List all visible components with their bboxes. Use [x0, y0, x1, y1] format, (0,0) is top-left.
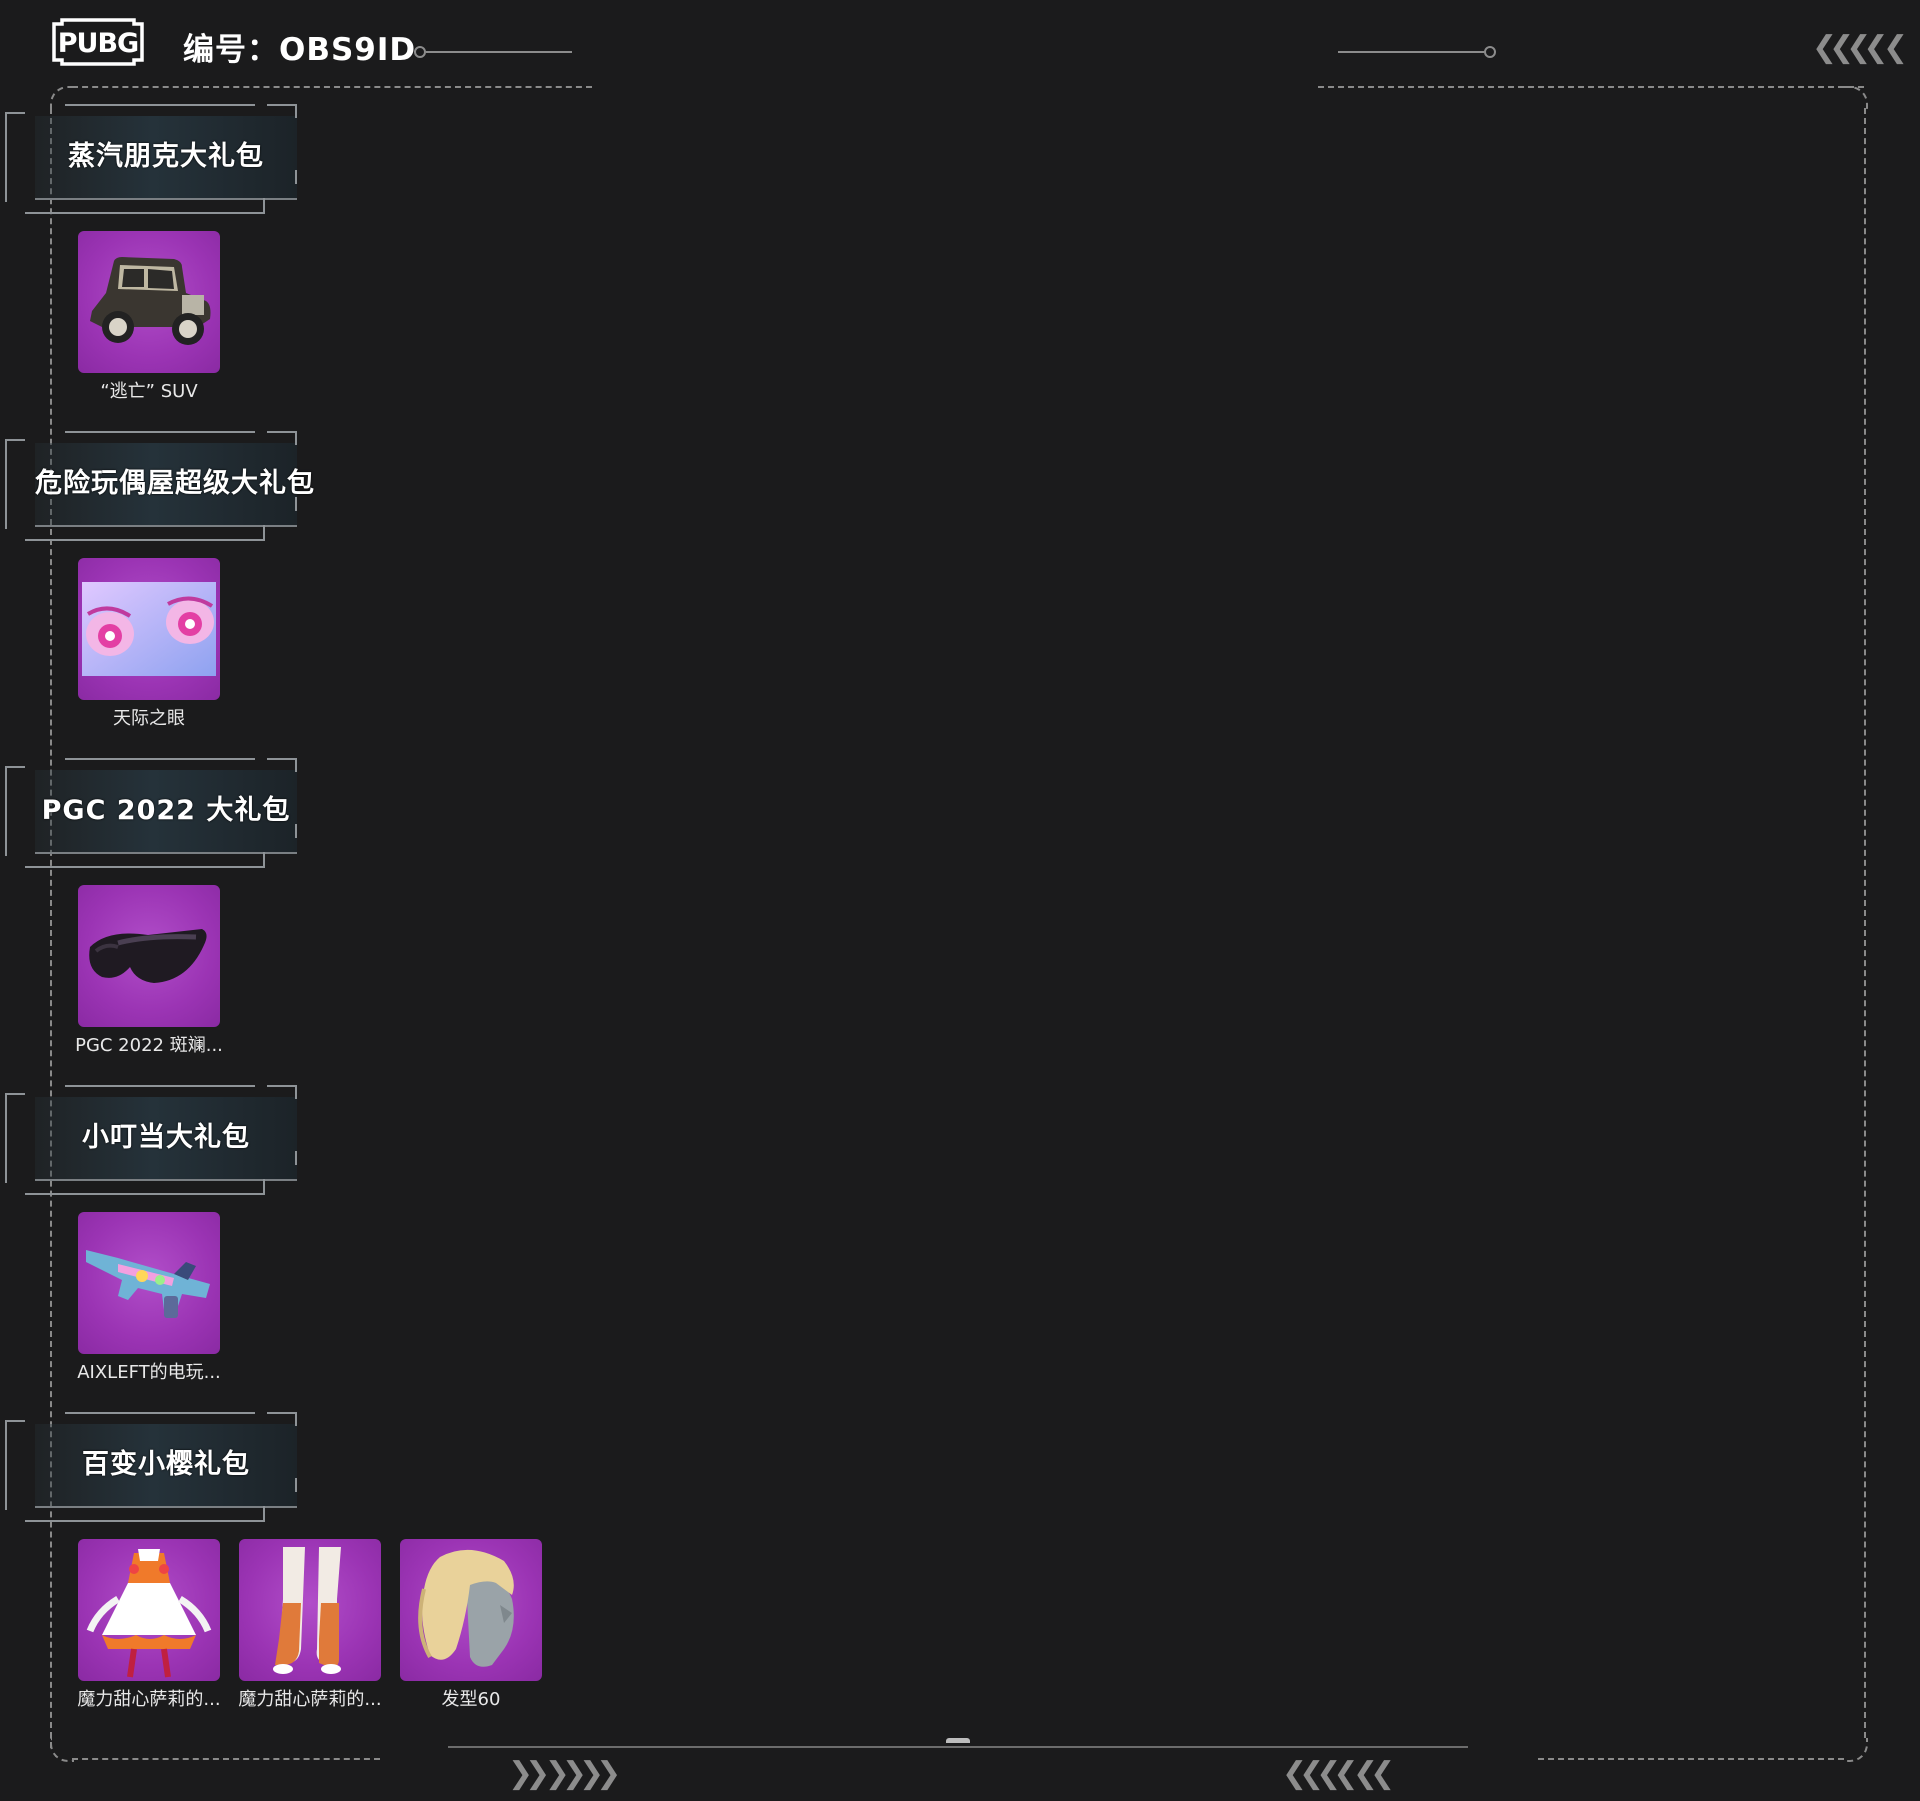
section-header: 百变小樱礼包 [5, 1412, 297, 1522]
frame-corner [1844, 86, 1868, 110]
item-label: PGC 2022 斑斓... [75, 1035, 223, 1056]
eyes-icon [82, 582, 216, 676]
logo-text: PUBG [58, 28, 138, 59]
item-card[interactable]: 魔力甜心萨莉的... [77, 1539, 221, 1711]
id-label: 编号：OBS9ID [183, 32, 417, 68]
item-card[interactable]: AIXLEFT的电玩... [77, 1212, 221, 1384]
section-title: 蒸汽朋克大礼包 [68, 141, 264, 172]
section-title: 小叮当大礼包 [82, 1122, 250, 1153]
item-label: 魔力甜心萨莉的... [77, 1689, 221, 1710]
item-label: 发型60 [441, 1689, 501, 1710]
car-icon [90, 257, 211, 345]
line-dot [414, 46, 426, 58]
section-header: PGC 2022 大礼包 [5, 758, 297, 868]
chevrons-left-icon: ❮❮❮❮ ❮❮ [1282, 1756, 1395, 1791]
frame-corner [50, 1738, 74, 1762]
frame-corner [1844, 1738, 1868, 1762]
item-card[interactable]: “逃亡” SUV [78, 231, 220, 403]
pubg-logo: PUBG [50, 16, 146, 68]
frame-border [1864, 108, 1866, 1738]
item-card[interactable]: 魔力甜心萨莉的... [238, 1539, 382, 1711]
section-header: 危险玩偶屋超级大礼包 [5, 431, 315, 541]
frame-border [72, 86, 592, 88]
boots-icon [273, 1547, 341, 1674]
item-label: 魔力甜心萨莉的... [238, 1689, 382, 1710]
frame-border [72, 1758, 380, 1760]
item-card[interactable]: 发型60 [400, 1539, 542, 1711]
hair-icon [418, 1549, 514, 1667]
section-header: 小叮当大礼包 [5, 1085, 297, 1195]
footer-line [448, 1746, 1468, 1748]
chevrons-left-icon: ❮❮❮❮ ❮ [1812, 30, 1908, 65]
frame-border [1538, 1758, 1844, 1760]
gun-icon [86, 1250, 210, 1318]
frame-border [1318, 86, 1864, 88]
item-card[interactable]: 天际之眼 [78, 558, 220, 730]
item-card[interactable]: PGC 2022 斑斓... [75, 885, 223, 1057]
line-dot [1484, 46, 1496, 58]
chevrons-right-icon: ❯❯ ❯❯❯❯ [508, 1756, 621, 1791]
header-line-left [426, 51, 572, 53]
section-title: 百变小樱礼包 [82, 1449, 250, 1480]
section-title: 危险玩偶屋超级大礼包 [35, 468, 315, 499]
item-label: “逃亡” SUV [100, 381, 198, 402]
item-label: 天际之眼 [113, 708, 185, 729]
goggles-icon [89, 929, 207, 983]
section-header: 蒸汽朋克大礼包 [5, 104, 297, 214]
section-title: PGC 2022 大礼包 [41, 795, 291, 826]
item-label: AIXLEFT的电玩... [77, 1362, 221, 1383]
header-line-right [1338, 51, 1484, 53]
dress-icon [86, 1549, 212, 1678]
scroll-handle[interactable] [946, 1738, 970, 1743]
